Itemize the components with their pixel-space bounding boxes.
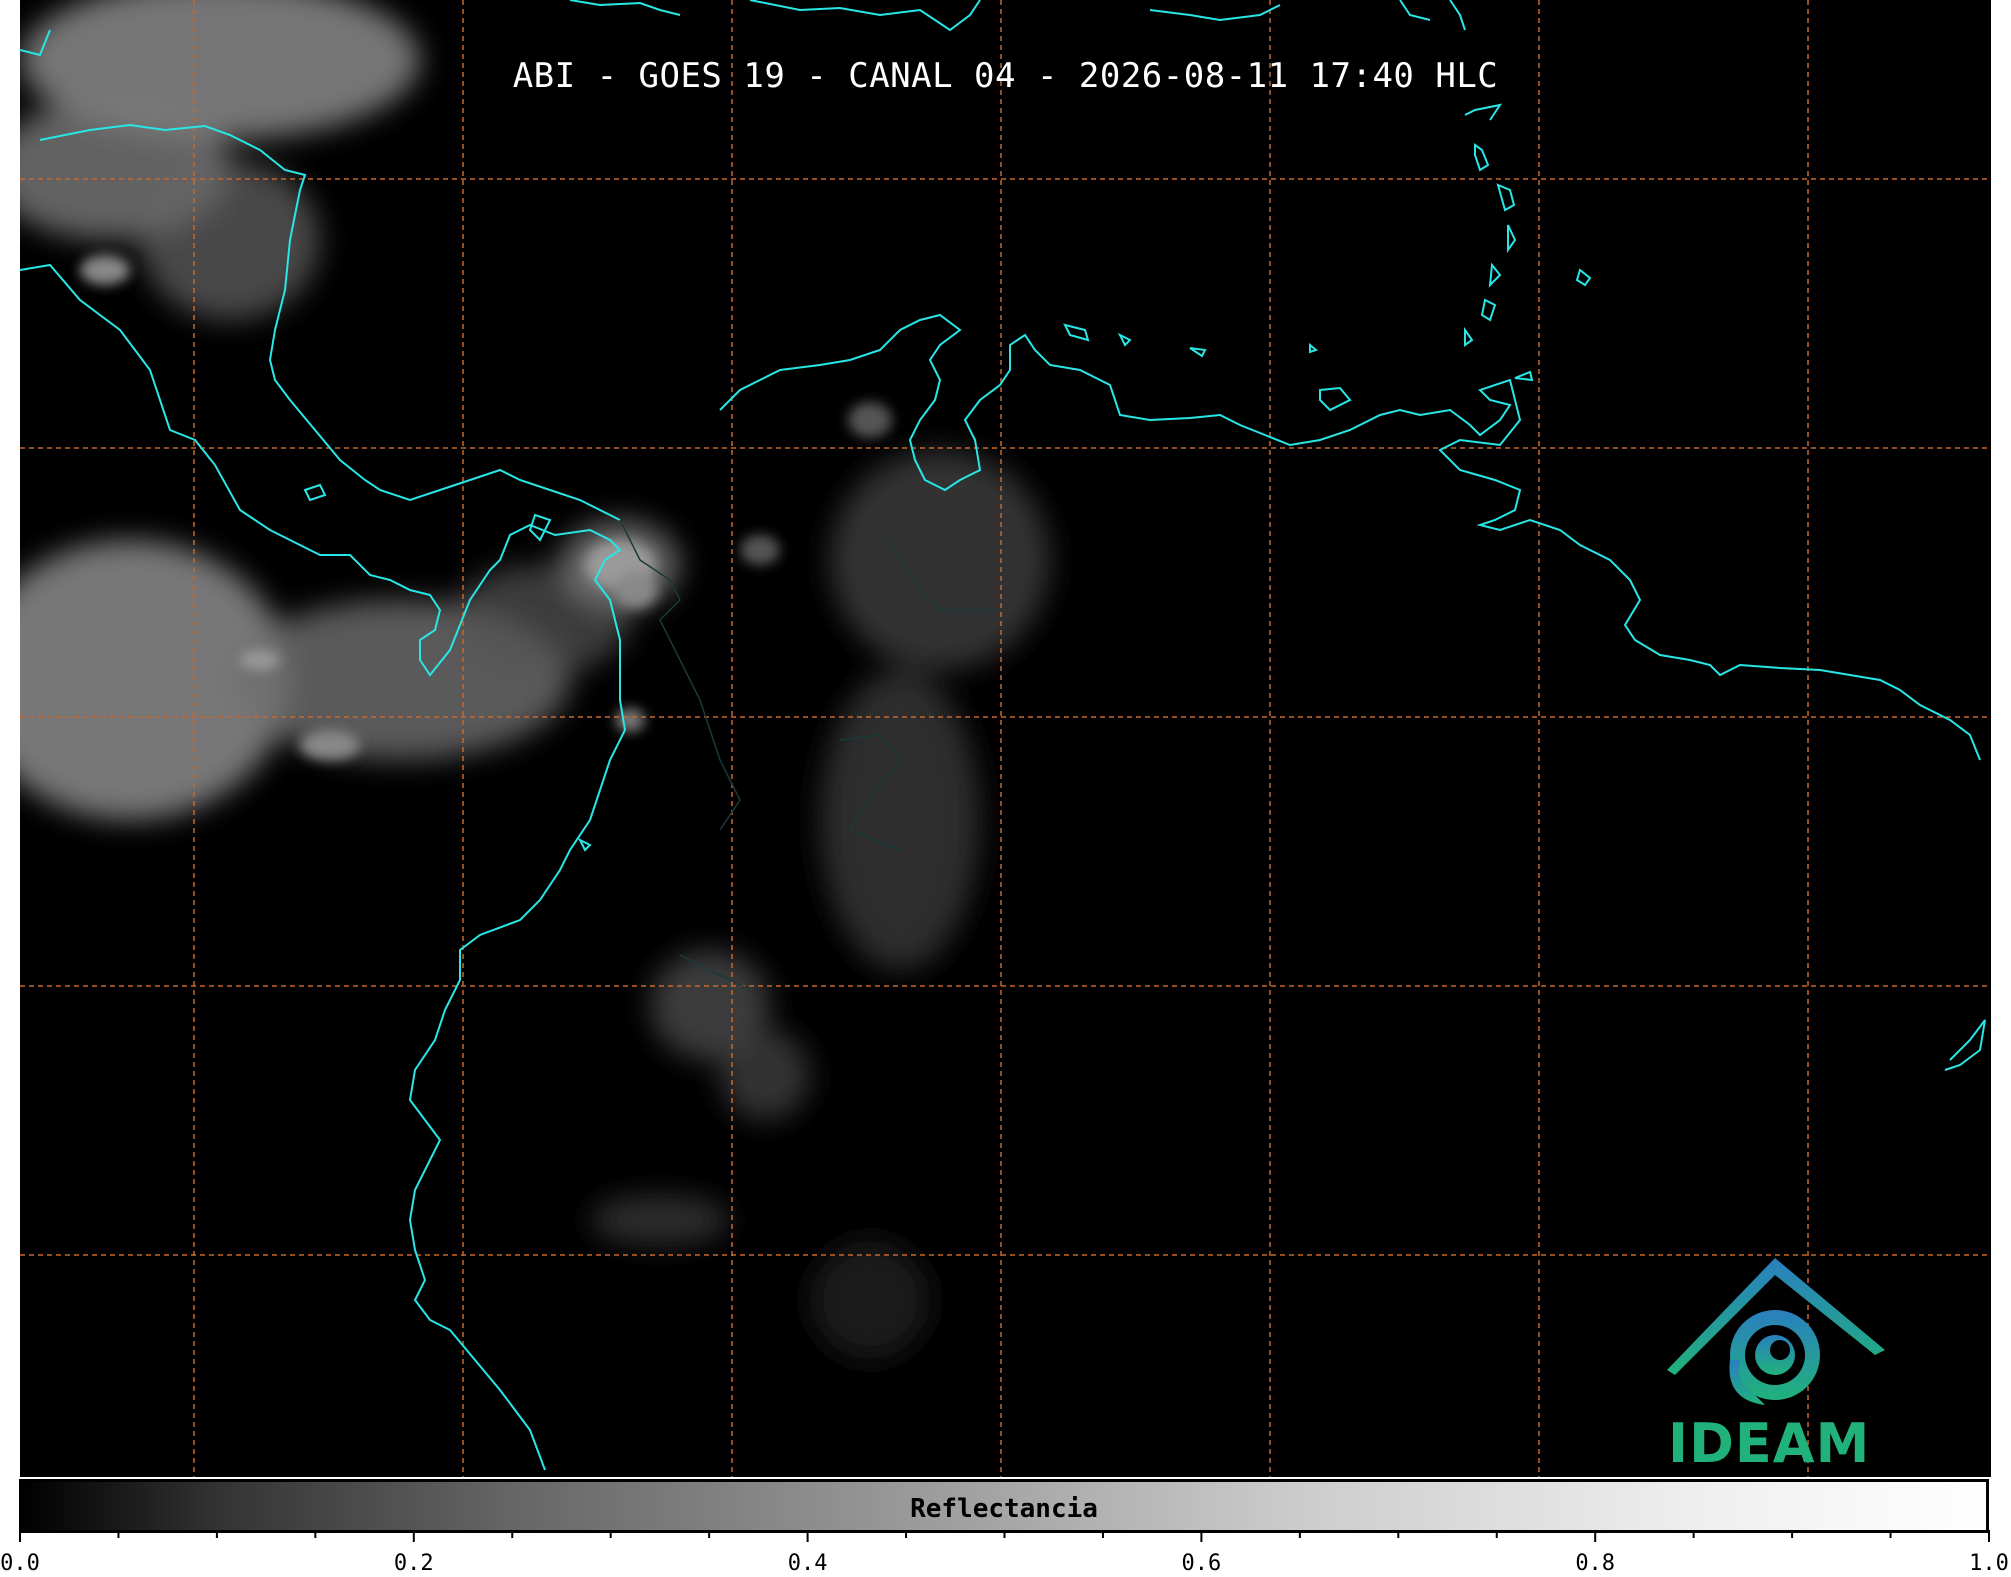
colorbar-tick-label: 1.0	[1969, 1551, 2009, 1576]
colorbar-tick-label: 0.2	[393, 1551, 434, 1576]
colorbar-tick-label: 0.4	[787, 1551, 828, 1576]
colorbar-label: Reflectancia	[910, 1494, 1098, 1524]
colorbar-tick-label: 0.0	[0, 1551, 40, 1576]
colorbar-tick-label: 0.6	[1181, 1551, 1222, 1576]
map-title: ABI - GOES 19 - CANAL 04 - 2026-08-11 17…	[512, 56, 1499, 96]
colorbar-tick-label: 0.8	[1575, 1551, 1616, 1576]
cloud-layer	[20, 0, 1050, 1360]
colorbar: Reflectancia	[19, 1479, 1989, 1533]
ideam-logo-text: IDEAM	[1668, 1412, 1871, 1475]
